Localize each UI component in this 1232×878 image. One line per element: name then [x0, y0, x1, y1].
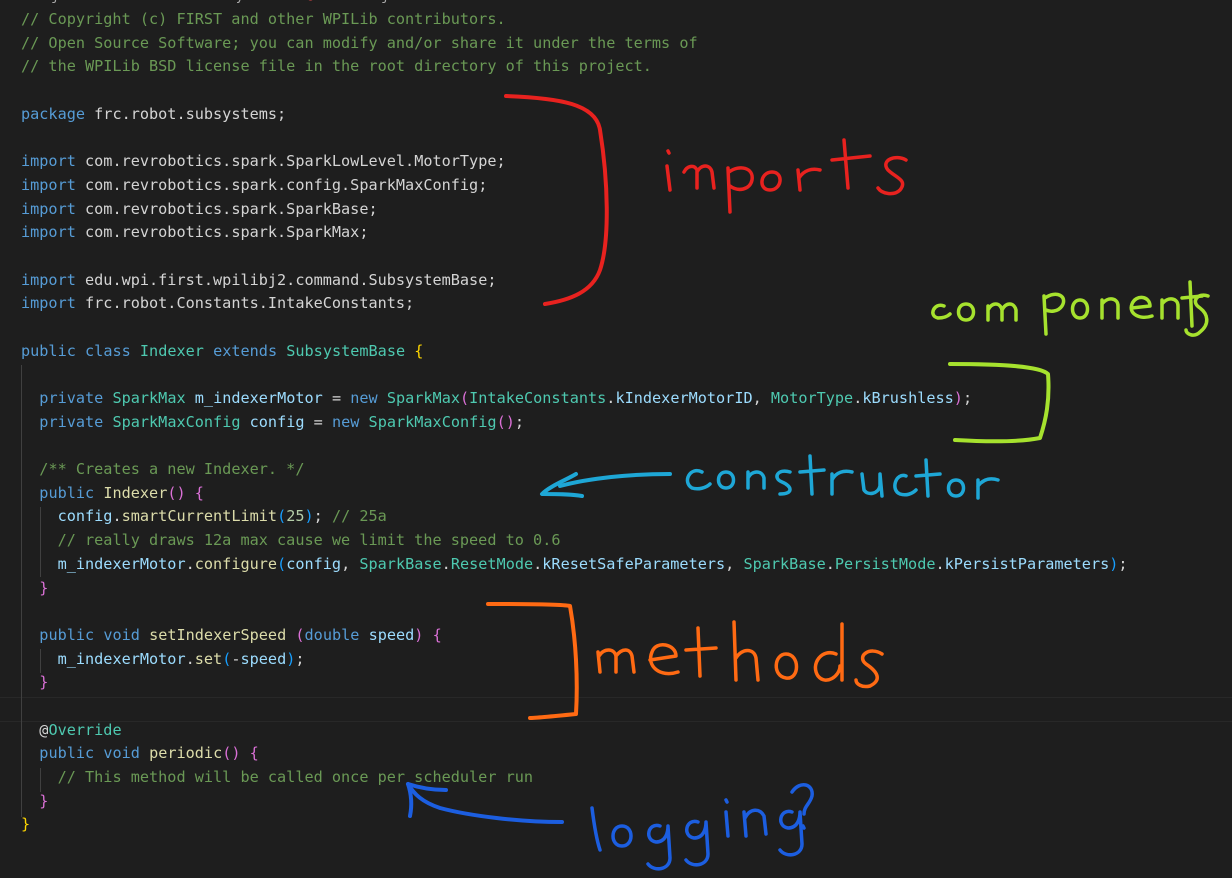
imports-bracket [504, 94, 609, 306]
logging-arrow [406, 782, 564, 824]
methods-handwriting [596, 620, 884, 689]
constructor-arrow [540, 472, 672, 498]
components-handwriting [931, 280, 1210, 337]
ink-annotations [406, 94, 1210, 871]
constructor-handwriting [685, 454, 1000, 500]
methods-bracket [486, 602, 579, 720]
imports-handwriting [665, 138, 908, 214]
logging-handwriting [590, 783, 814, 871]
components-bracket [948, 362, 1051, 444]
